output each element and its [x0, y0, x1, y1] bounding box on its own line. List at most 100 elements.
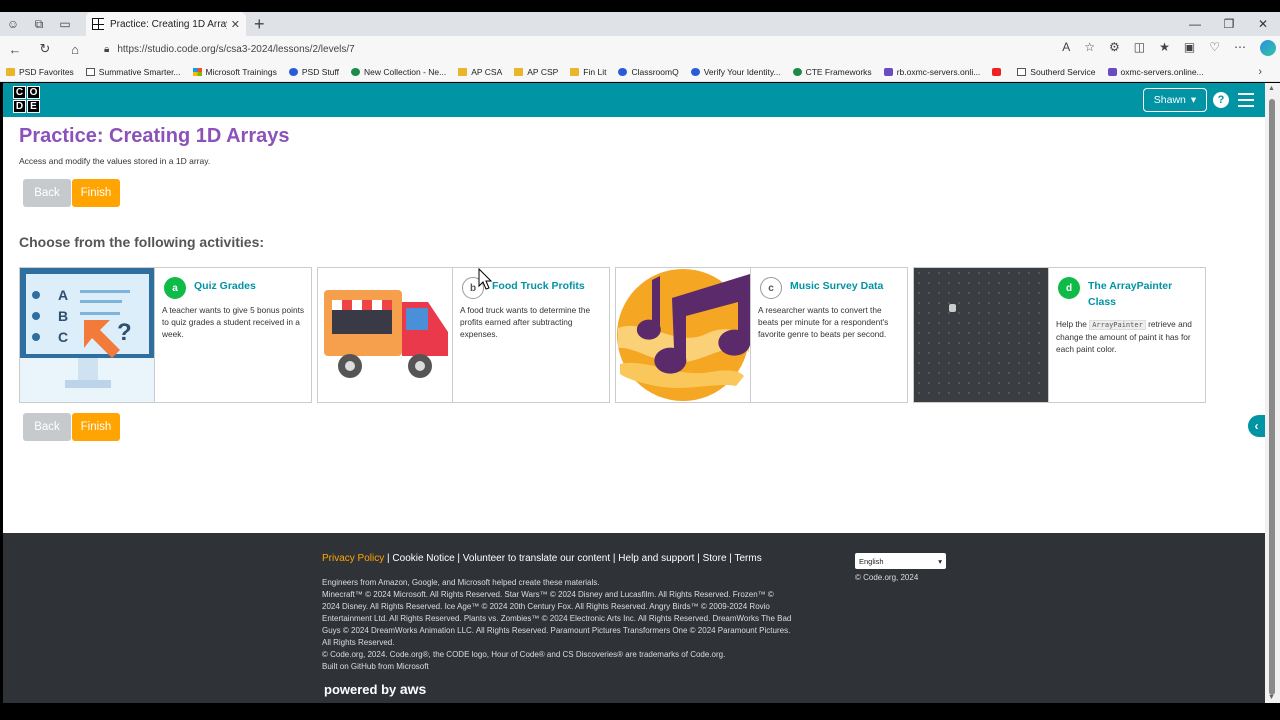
address-bar-row: ← ↻ ⌂ 🔒︎ https://studio.code.org/s/csa3-… — [0, 36, 1280, 62]
hamburger-menu-icon[interactable] — [1238, 93, 1254, 107]
page-title: Practice: Creating 1D Arrays — [19, 125, 290, 147]
card-text-b: A food truck wants to determine the prof… — [460, 305, 591, 339]
footer-links: Privacy Policy | Cookie Notice | Volunte… — [322, 553, 762, 564]
folder-icon — [458, 67, 468, 76]
close-tab-icon[interactable]: ✕ — [231, 18, 240, 31]
svg-text:A: A — [58, 287, 68, 303]
workspaces-icon[interactable]: ⧉ — [26, 12, 52, 36]
page-icon — [85, 67, 95, 76]
bookmarks-more-chevron-icon[interactable]: › — [1258, 66, 1262, 78]
svg-text:B: B — [58, 308, 68, 324]
page-viewport: C O D E Shawn ▾ ? Practice: Creating 1D … — [3, 83, 1265, 703]
back-button-top[interactable]: Back — [23, 179, 71, 207]
bookmark-ap-csp[interactable]: AP CSP — [514, 67, 558, 77]
food-truck-image — [318, 268, 453, 402]
more-menu-icon[interactable]: ⋯ — [1234, 40, 1246, 56]
read-aloud-icon[interactable]: A — [1062, 40, 1070, 56]
mouse-cursor-icon — [478, 268, 492, 290]
code-org-favicon-icon — [92, 18, 104, 30]
site-footer: Privacy Policy | Cookie Notice | Volunte… — [3, 533, 1265, 703]
bookmark-ap-csa[interactable]: AP CSA — [458, 67, 502, 77]
site-icon — [618, 67, 628, 76]
lock-icon: 🔒︎ — [104, 43, 110, 55]
code-org-logo[interactable]: C O D E — [13, 86, 41, 114]
caret-down-icon: ▾ — [1190, 94, 1197, 106]
scroll-thumb[interactable] — [1269, 99, 1275, 695]
card-title-d[interactable]: The ArrayPainter Class — [1088, 278, 1200, 310]
minimize-icon[interactable]: — — [1178, 12, 1212, 36]
card-text-c: A researcher wants to convert the beats … — [758, 305, 889, 339]
scroll-up-icon[interactable]: ▲ — [1268, 85, 1275, 92]
back-arrow-icon[interactable]: ← — [0, 42, 30, 57]
refresh-icon[interactable]: ↻ — [30, 41, 60, 57]
activity-card-quiz-grades[interactable]: A B C ? a Quiz Grades A teacher wants to… — [19, 267, 312, 403]
site-icon — [690, 67, 700, 76]
footer-copyright: © Code.org, 2024 — [855, 573, 919, 582]
bookmark-southerd-service[interactable]: Southerd Service — [1017, 67, 1096, 77]
home-icon[interactable]: ⌂ — [60, 42, 90, 57]
bookmark-rb-oxmc[interactable]: rb.oxmc-servers.onli... — [883, 67, 980, 77]
finish-button-top[interactable]: Finish — [72, 179, 120, 207]
new-tab-icon[interactable]: + — [254, 14, 265, 35]
split-screen-icon[interactable]: ◫ — [1134, 40, 1145, 56]
browser-essentials-icon[interactable]: ♡ — [1209, 40, 1220, 56]
bookmark-cte-frameworks[interactable]: CTE Frameworks — [792, 67, 872, 77]
inline-code: ArrayPainter — [1089, 320, 1146, 330]
close-window-icon[interactable]: ✕ — [1246, 12, 1280, 36]
bookmark-youtube[interactable] — [992, 67, 1005, 76]
bookmark-psd-favorites[interactable]: PSD Favorites — [6, 67, 74, 77]
collections-icon[interactable]: ▣ — [1184, 40, 1195, 56]
extensions-icon[interactable]: ⚙ — [1109, 40, 1120, 56]
bookmark-oxmc-servers[interactable]: oxmc-servers.online... — [1107, 67, 1204, 77]
tab-title: Practice: Creating 1D Arrays - Co... — [110, 18, 227, 30]
folder-icon — [514, 67, 524, 76]
bookmark-psd-stuff[interactable]: PSD Stuff — [288, 67, 339, 77]
card-title-c[interactable]: Music Survey Data — [790, 278, 902, 294]
completed-badge-a: a — [164, 277, 186, 299]
bookmark-microsoft-trainings[interactable]: Microsoft Trainings — [192, 67, 277, 77]
back-button-bottom[interactable]: Back — [23, 413, 71, 441]
svg-text:C: C — [58, 329, 68, 345]
browser-toolbar: A ☆ ⚙ ◫ ★ ▣ ♡ ⋯ — [1062, 40, 1276, 56]
url-field[interactable]: 🔒︎ https://studio.code.org/s/csa3-2024/l… — [104, 40, 924, 58]
bookmark-new-collection[interactable]: New Collection - Ne... — [351, 67, 446, 77]
youtube-icon — [992, 67, 1002, 76]
bookmark-summative[interactable]: Summative Smarter... — [85, 67, 181, 77]
card-title-a[interactable]: Quiz Grades — [194, 278, 306, 294]
favorite-star-icon[interactable]: ☆ — [1084, 40, 1095, 56]
language-select[interactable]: English ▾ — [855, 553, 946, 569]
collapse-panel-chevron-icon[interactable]: ‹ — [1248, 415, 1265, 437]
favorites-icon[interactable]: ★ — [1159, 40, 1170, 56]
activity-card-arraypainter[interactable]: d The ArrayPainter Class Help the ArrayP… — [913, 267, 1206, 403]
card-text-d: Help the ArrayPainter retrieve and chang… — [1056, 319, 1192, 354]
bookmark-fin-lit[interactable]: Fin Lit — [570, 67, 606, 77]
folder-icon — [570, 67, 580, 76]
site-icon — [288, 67, 298, 76]
bookmark-verify-identity[interactable]: Verify Your Identity... — [690, 67, 781, 77]
footer-link-list[interactable]: | Cookie Notice | Volunteer to translate… — [384, 553, 762, 564]
page-description: Access and modify the values stored in a… — [19, 156, 211, 166]
finish-button-bottom[interactable]: Finish — [72, 413, 120, 441]
page-icon — [1017, 67, 1027, 76]
privacy-policy-link[interactable]: Privacy Policy — [322, 553, 384, 564]
legal-text: Engineers from Amazon, Google, and Micro… — [322, 578, 792, 671]
help-icon[interactable]: ? — [1213, 92, 1229, 108]
page-scrollbar[interactable]: ▲ ▼ — [1265, 83, 1280, 703]
maximize-icon[interactable]: ❐ — [1212, 12, 1246, 36]
bookmarks-bar: PSD Favorites Summative Smarter... Micro… — [0, 62, 1280, 82]
bookmark-classroomq[interactable]: ClassroomQ — [618, 67, 679, 77]
profile-icon[interactable]: ☺ — [0, 12, 26, 36]
browser-tab-active[interactable]: Practice: Creating 1D Arrays - Co... ✕ — [86, 12, 246, 36]
svg-text:?: ? — [117, 319, 132, 346]
user-menu-button[interactable]: Shawn ▾ — [1143, 88, 1207, 112]
powered-by-aws-logo[interactable]: powered by aws — [324, 681, 426, 697]
completed-badge-d: d — [1058, 277, 1080, 299]
copilot-icon[interactable] — [1260, 40, 1276, 56]
card-title-b[interactable]: Food Truck Profits — [492, 278, 604, 294]
activities-heading: Choose from the following activities: — [19, 234, 265, 250]
tab-actions-icon[interactable]: ▭ — [52, 12, 78, 36]
activity-card-music-survey[interactable]: c Music Survey Data A researcher wants t… — [615, 267, 908, 403]
scroll-down-icon[interactable]: ▼ — [1268, 694, 1275, 701]
site-icon — [1107, 67, 1117, 76]
activity-card-food-truck[interactable]: b Food Truck Profits A food truck wants … — [317, 267, 610, 403]
